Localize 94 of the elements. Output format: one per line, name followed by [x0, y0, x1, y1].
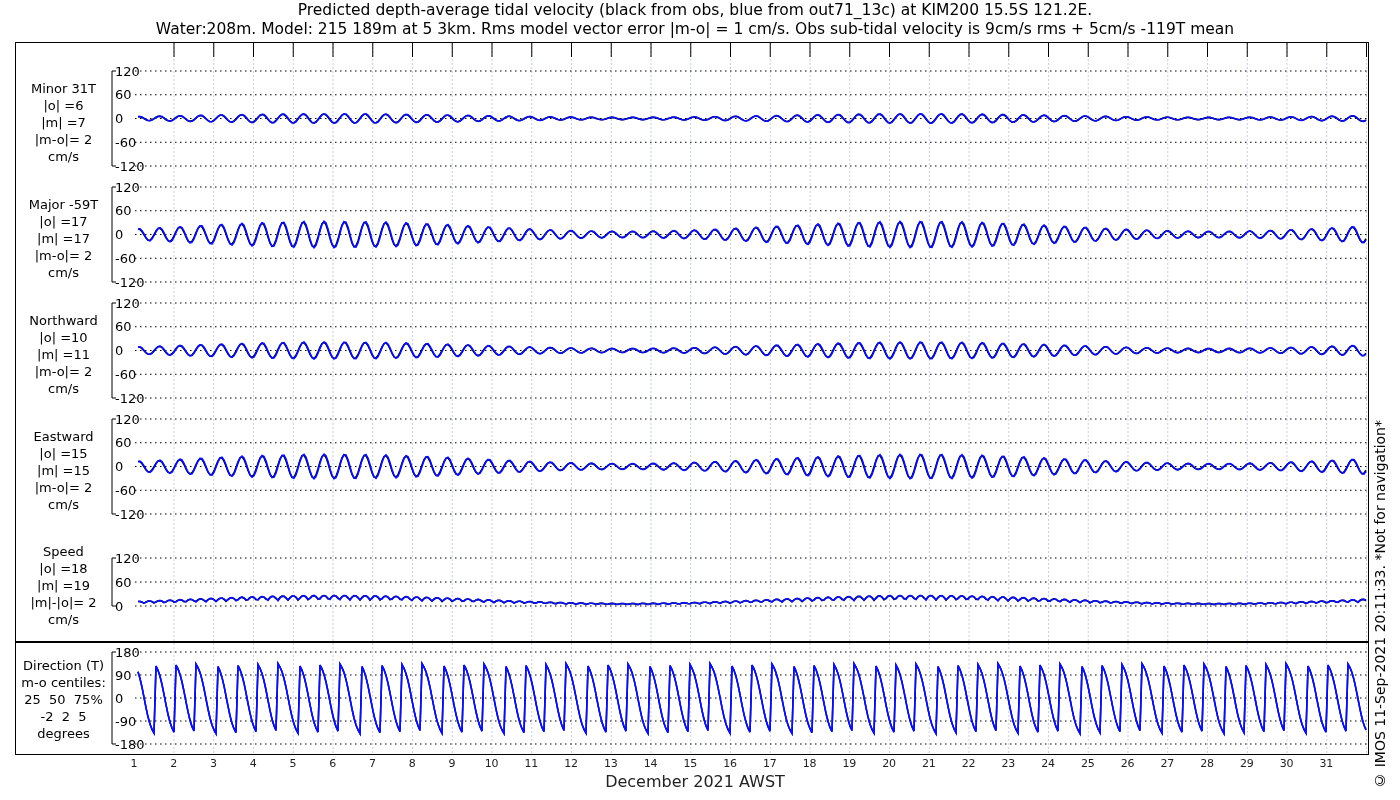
x-tick-label: 13 [602, 756, 619, 772]
x-tick-label: 31 [1318, 756, 1335, 772]
x-tick-label: 24 [1040, 756, 1057, 772]
panel-label: |m|-|o|= 2 [30, 593, 97, 611]
y-tick-label: -120 [115, 158, 145, 174]
panel-label: Northward [29, 311, 98, 329]
panel-label: Eastward [33, 427, 94, 445]
panel-label: cm/s [48, 147, 79, 165]
x-tick-label: 23 [1000, 756, 1017, 772]
x-tick-label: 16 [722, 756, 739, 772]
x-axis-label: December 2021 AWST [605, 772, 785, 791]
chart-title: Predicted depth-average tidal velocity (black from obs, blue from out71_13c) at KIM200 15.5S 121.2E. [297, 1, 1093, 20]
y-tick-label: -60 [115, 134, 137, 150]
y-tick-label: 60 [115, 203, 132, 219]
y-tick-label: -60 [115, 482, 137, 498]
x-tick-label: 15 [682, 756, 699, 772]
panel-label: cm/s [48, 610, 79, 628]
panel-label: |m-o|= 2 [34, 246, 93, 264]
panel-label: degrees [37, 725, 90, 742]
panel-label: |m| =11 [37, 345, 90, 363]
panel-label: Major -59T [28, 195, 99, 213]
x-tick-label: 8 [407, 756, 417, 772]
chart-title: Water:208m. Model: 215 189m at 5 3km. Rms model vector error |m-o| = 1 cm/s. Obs sub-tidal velocity is 9cm/s rms + 5cm/s -119T mean [155, 20, 1235, 39]
panel-label: Direction (T) [23, 657, 104, 674]
panel-label: |m| =7 [41, 113, 86, 131]
panel-label: Minor 31T [31, 79, 96, 97]
y-tick-label: 120 [115, 179, 140, 195]
panel-label: m-o centiles: [21, 674, 106, 691]
x-tick-label: 10 [483, 756, 500, 772]
panel-label: |m| =15 [37, 461, 90, 479]
x-tick-label: 29 [1238, 756, 1255, 772]
panel-label: Speed [43, 542, 84, 560]
panel-label: |m| =19 [37, 576, 90, 594]
y-tick-label: 0 [115, 690, 124, 706]
x-tick-label: 9 [447, 756, 457, 772]
x-tick-label: 17 [761, 756, 778, 772]
panel-label: |m| =17 [37, 229, 90, 247]
y-tick-label: 60 [115, 574, 132, 590]
panel-label: |o| =6 [43, 96, 84, 114]
y-tick-label: -90 [115, 713, 137, 729]
panel-label: 25 50 75% [24, 691, 103, 708]
panel-label: |m-o|= 2 [34, 362, 93, 380]
x-tick-label: 30 [1278, 756, 1295, 772]
x-tick-label: 20 [881, 756, 898, 772]
panel-label: |m-o|= 2 [34, 478, 93, 496]
panel-label: |o| =17 [39, 212, 88, 230]
y-tick-label: -60 [115, 250, 137, 266]
panel-label: cm/s [48, 379, 79, 397]
y-tick-label: 0 [115, 343, 124, 358]
panel-label: |m-o|= 2 [34, 130, 93, 148]
y-tick-label: -60 [115, 366, 137, 382]
x-tick-label: 4 [248, 756, 258, 772]
y-tick-label: -120 [115, 274, 145, 290]
x-tick-label: 21 [920, 756, 937, 772]
y-tick-label: 0 [115, 459, 124, 474]
y-tick-label: 0 [115, 111, 124, 126]
y-tick-label: 180 [115, 644, 140, 660]
y-tick-label: 60 [115, 319, 132, 335]
x-tick-label: 1 [129, 756, 139, 772]
panel-label: cm/s [48, 263, 79, 281]
panel-label: |o| =10 [39, 328, 88, 346]
x-tick-label: 12 [563, 756, 580, 772]
x-tick-label: 25 [1079, 756, 1096, 772]
y-axis [111, 557, 117, 607]
y-tick-label: -120 [115, 390, 145, 406]
x-tick-label: 18 [801, 756, 818, 772]
x-tick-label: 6 [328, 756, 338, 772]
credit-note: © IMOS 11-Sep-2021 20:11:33. *Not for navigation* [1371, 420, 1389, 788]
y-tick-label: 0 [115, 227, 124, 242]
x-tick-label: 3 [208, 756, 218, 772]
y-tick-label: 120 [115, 63, 140, 79]
y-tick-label: -120 [115, 506, 145, 522]
panel-label: cm/s [48, 495, 79, 513]
x-tick-label: 14 [642, 756, 659, 772]
x-tick-label: 7 [367, 756, 377, 772]
x-tick-label: 11 [523, 756, 540, 772]
y-tick-label: 120 [115, 411, 140, 427]
x-tick-label: 5 [288, 756, 298, 772]
y-tick-label: 60 [115, 87, 132, 103]
x-tick-label: 26 [1119, 756, 1136, 772]
y-tick-label: 0 [115, 598, 124, 614]
x-tick-label: 2 [169, 756, 179, 772]
y-tick-label: -180 [115, 736, 145, 752]
panel-label: |o| =15 [39, 444, 88, 462]
x-tick-label: 19 [841, 756, 858, 772]
x-tick-label: 22 [960, 756, 977, 772]
panel-label: -2 2 5 [40, 708, 87, 725]
y-tick-label: 60 [115, 435, 132, 451]
y-tick-label: 120 [115, 295, 140, 311]
x-tick-label: 27 [1159, 756, 1176, 772]
x-tick-label: 28 [1199, 756, 1216, 772]
y-tick-label: 120 [115, 550, 140, 566]
panel-label: |o| =18 [39, 559, 88, 577]
y-tick-label: 90 [115, 667, 132, 683]
